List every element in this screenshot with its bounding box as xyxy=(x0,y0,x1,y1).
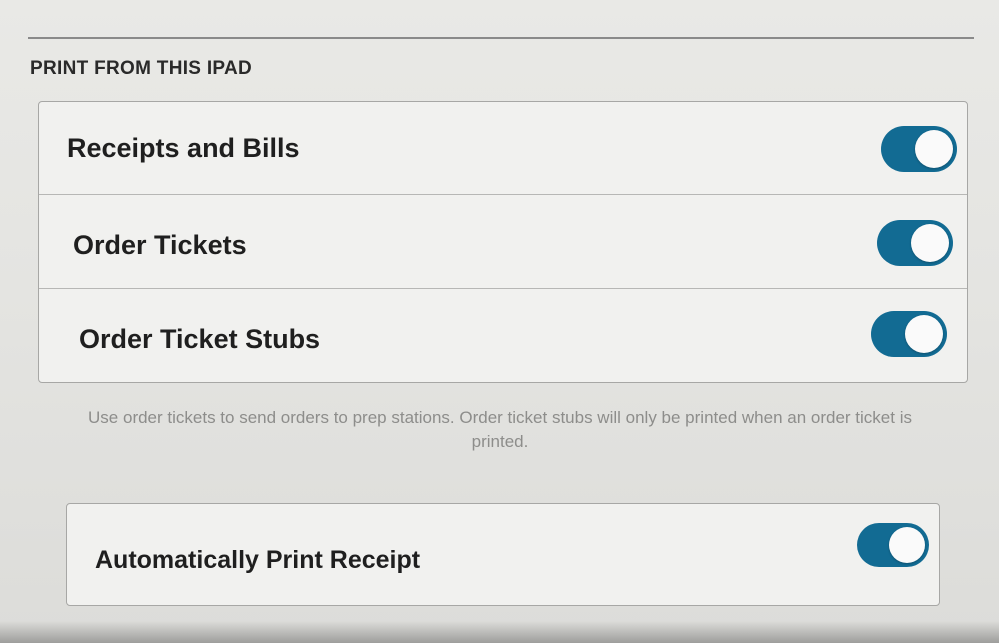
print-settings-group: Receipts and Bills Order Tickets Order T… xyxy=(38,101,968,383)
toggle-knob xyxy=(911,224,949,262)
order-ticket-stubs-label: Order Ticket Stubs xyxy=(79,324,321,354)
order-ticket-stubs-toggle[interactable] xyxy=(871,311,947,357)
top-divider xyxy=(28,37,974,39)
order-tickets-label: Order Tickets xyxy=(73,230,247,260)
settings-row-automatically-print-receipt[interactable]: Automatically Print Receipt xyxy=(67,504,939,604)
order-tickets-toggle[interactable] xyxy=(877,220,953,266)
toggle-knob xyxy=(889,527,925,563)
automatically-print-receipt-toggle[interactable] xyxy=(857,523,929,567)
bottom-edge-shadow xyxy=(0,621,999,643)
section-header: PRINT FROM THIS IPAD xyxy=(30,58,253,79)
helper-text: Use order tickets to send orders to prep… xyxy=(88,408,912,451)
settings-row-order-tickets[interactable]: Order Tickets xyxy=(39,194,967,288)
toggle-knob xyxy=(905,315,943,353)
toggle-knob xyxy=(915,130,953,168)
automatically-print-receipt-label: Automatically Print Receipt xyxy=(95,546,421,574)
settings-row-receipts-and-bills[interactable]: Receipts and Bills xyxy=(39,102,967,194)
settings-row-order-ticket-stubs[interactable]: Order Ticket Stubs xyxy=(39,288,967,382)
receipts-and-bills-label: Receipts and Bills xyxy=(67,133,300,163)
receipts-and-bills-toggle[interactable] xyxy=(881,126,957,172)
auto-print-group: Automatically Print Receipt xyxy=(66,503,940,606)
